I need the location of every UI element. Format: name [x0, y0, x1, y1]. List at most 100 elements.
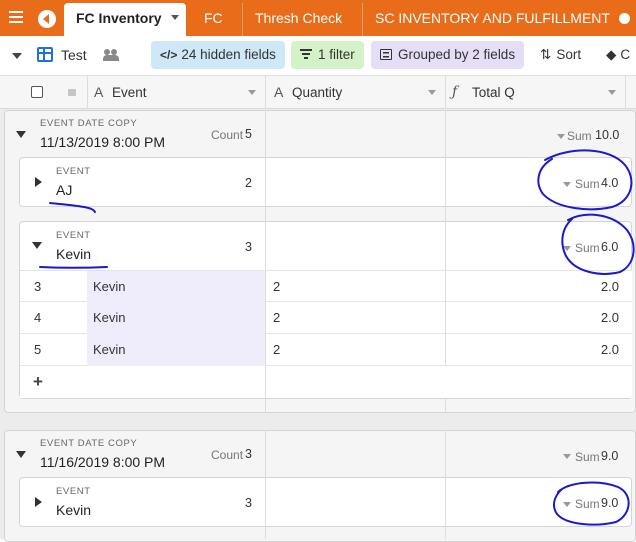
sum-dropdown-icon[interactable] — [557, 134, 565, 139]
view-toolbar: Test </> 24 hidden fields 1 filter Groupe… — [0, 36, 636, 76]
group-count-label: Count — [211, 448, 244, 462]
add-record-row[interactable]: + — [20, 366, 632, 398]
expand-group-icon[interactable] — [35, 497, 42, 507]
group-caption: EVENT DATE COPY — [40, 118, 138, 129]
group-divider — [265, 157, 266, 207]
tab-thresh-check[interactable]: Thresh Check — [242, 3, 354, 36]
lock-icon — [68, 89, 76, 96]
total-q-cell[interactable]: 2.0 — [445, 271, 625, 303]
tab-label: FC Inventory — [76, 10, 162, 26]
group-sum-label: Sum — [575, 177, 600, 191]
chevron-down-icon[interactable] — [248, 90, 256, 95]
paint-bucket-icon: ◆ — [606, 47, 617, 62]
group-value: 11/13/2019 8:00 PM — [40, 134, 166, 150]
chevron-down-icon[interactable] — [171, 15, 179, 20]
event-cell[interactable]: Kevin — [87, 302, 265, 334]
sum-dropdown-icon[interactable] — [563, 246, 571, 251]
group-header-aj[interactable] — [19, 157, 632, 207]
group-sum: 9.0 — [601, 449, 619, 463]
hide-fields-icon: </> — [160, 48, 178, 62]
hidden-fields-label: 24 hidden fields — [181, 47, 276, 62]
tab-label: Thresh Check — [255, 10, 343, 26]
collapse-group-icon[interactable] — [32, 242, 42, 249]
group-sum: 10.0 — [595, 128, 620, 142]
event-cell[interactable]: Kevin — [87, 271, 265, 303]
collapse-group-icon[interactable] — [16, 131, 26, 138]
sort-label: Sort — [556, 47, 582, 62]
select-all-checkbox[interactable] — [31, 86, 43, 98]
sum-dropdown-icon[interactable] — [563, 454, 571, 459]
row-number: 5 — [34, 342, 42, 357]
grid-view-icon — [37, 47, 53, 62]
group-divider — [445, 157, 446, 207]
hamburger-icon[interactable] — [9, 11, 23, 23]
chevron-down-icon[interactable] — [428, 90, 436, 95]
group-caption: EVENT DATE COPY — [40, 438, 138, 449]
table-row[interactable]: 5 Kevin 2 2.0 — [20, 334, 632, 366]
group-button[interactable]: Grouped by 2 fields — [371, 41, 525, 69]
group-divider — [445, 221, 446, 270]
group-sum: 4.0 — [601, 176, 619, 190]
group-caption: EVENT — [56, 166, 91, 177]
color-label: C — [620, 47, 631, 62]
group-count: 3 — [245, 240, 252, 254]
collaborators-icon[interactable] — [103, 49, 119, 61]
collapse-group-icon[interactable] — [16, 451, 26, 458]
expand-group-icon[interactable] — [35, 177, 42, 187]
chevron-down-icon[interactable] — [12, 53, 22, 59]
total-q-cell[interactable]: 2.0 — [445, 302, 625, 334]
tab-label: SC INVENTORY AND FULFILLMENT — [375, 10, 610, 26]
info-icon — [618, 13, 630, 24]
view-name[interactable]: Test — [61, 47, 87, 63]
group-value: Kevin — [56, 502, 92, 518]
text-field-icon: A — [274, 84, 284, 100]
add-record-button[interactable]: + — [33, 366, 43, 398]
event-cell[interactable]: Kevin — [87, 334, 265, 366]
quantity-cell[interactable]: 2 — [265, 302, 445, 334]
tab-fc-inventory[interactable]: FC Inventory — [64, 3, 186, 36]
total-q-cell[interactable]: 2.0 — [445, 334, 625, 366]
column-label: Event — [112, 85, 147, 100]
table-row[interactable]: 3 Kevin 2 2.0 — [20, 270, 632, 303]
tab-sc-inventory[interactable]: SC INVENTORY AND FULFILLMENT — [362, 3, 636, 36]
quantity-cell[interactable]: 2 — [265, 271, 445, 303]
group-sum-label: Sum — [575, 450, 600, 464]
column-header-row: A Event A Quantity ƒ Total Q — [0, 76, 636, 109]
table-tab-bar: FC Inventory FC Thresh Check SC INVENTOR… — [0, 0, 636, 36]
chevron-left-icon — [43, 14, 49, 24]
table-row[interactable]: 4 Kevin 2 2.0 — [20, 302, 632, 334]
sum-dropdown-icon[interactable] — [563, 182, 571, 187]
column-label: Total Q — [472, 85, 515, 100]
chevron-down-icon[interactable] — [608, 90, 616, 95]
group-caption: EVENT — [56, 230, 91, 241]
group-sum-label: Sum — [575, 241, 600, 255]
group-sum-label: Sum — [567, 129, 592, 143]
column-header-quantity[interactable]: A Quantity — [266, 76, 446, 109]
column-label: Quantity — [292, 85, 343, 100]
formula-icon: ƒ — [452, 84, 458, 100]
group-count: 3 — [245, 496, 252, 510]
sort-button[interactable]: ⇅ Sort — [531, 41, 590, 69]
group-divider — [445, 477, 446, 527]
group-sum: 9.0 — [601, 496, 619, 510]
column-header-event[interactable]: A Event — [88, 76, 266, 109]
tab-fc[interactable]: FC — [192, 3, 240, 36]
hidden-fields-button[interactable]: </> 24 hidden fields — [151, 41, 285, 69]
color-button[interactable]: ◆ C — [602, 41, 634, 69]
group-divider — [265, 477, 266, 527]
group-sum-label: Sum — [575, 497, 600, 511]
group-icon — [380, 49, 392, 60]
group-caption: EVENT — [56, 486, 91, 497]
group-header-kevin[interactable] — [19, 477, 632, 527]
text-field-icon: A — [94, 84, 104, 100]
group-count-label: Count — [211, 128, 244, 142]
select-all-cell — [0, 76, 88, 109]
column-header-total-q[interactable]: ƒ Total Q — [446, 76, 626, 109]
tab-scroll-left-button[interactable] — [38, 10, 56, 28]
sum-dropdown-icon[interactable] — [563, 502, 571, 507]
filter-button[interactable]: 1 filter — [291, 41, 364, 69]
sort-icon: ⇅ — [540, 47, 552, 62]
quantity-cell[interactable]: 2 — [265, 334, 445, 366]
group-count: 2 — [245, 176, 252, 190]
group-count: 5 — [245, 127, 252, 141]
